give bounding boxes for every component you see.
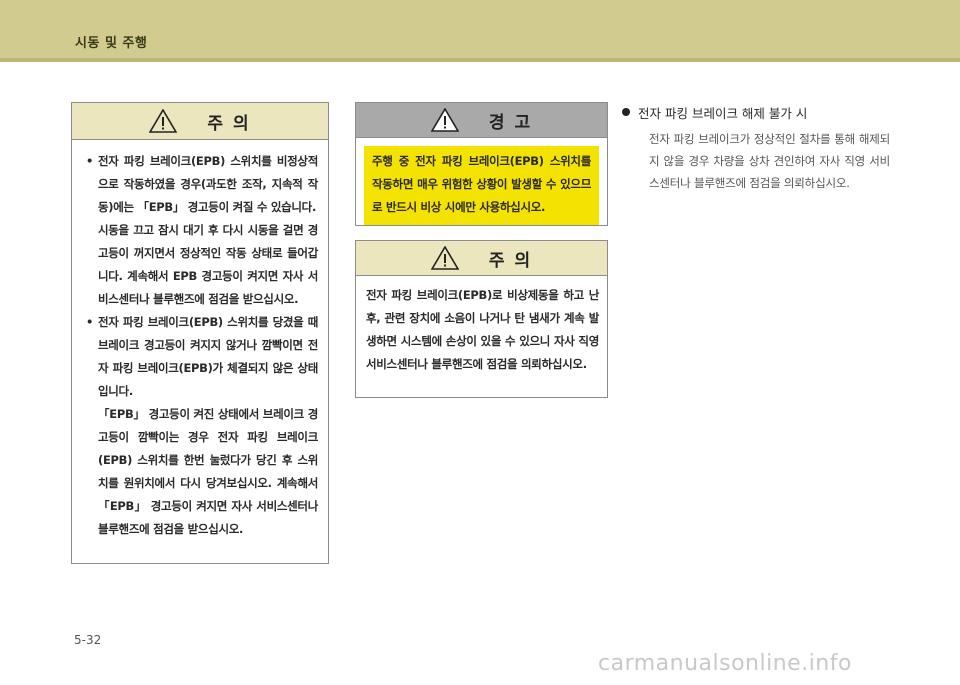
- warning-triangle-icon: [430, 108, 459, 132]
- section-body: 전자 파킹 브레이크가 정상적인 절차를 통해 해제되지 않을 경우 차량을 상…: [649, 132, 890, 190]
- item-paragraph: 전자 파킹 브레이크(EPB) 스위치를 당겼을 때 브레이크 경고등이 켜지지…: [98, 315, 318, 398]
- warning-text: 주행 중 전자 파킹 브레이크(EPB) 스위치를 작동하면 매우 위험한 상황…: [364, 146, 599, 225]
- right-section: 전자 파킹 브레이크 해제 불가 시 전자 파킹 브레이크가 정상적인 절차를 …: [622, 102, 890, 194]
- warning-title: 경 고: [488, 112, 533, 133]
- bullet-icon: [622, 108, 630, 116]
- caution-header: 주 의: [72, 103, 328, 140]
- caution-box-middle: 주 의 전자 파킹 브레이크(EPB)로 비상제동을 하고 난 후, 관련 장치…: [355, 240, 608, 398]
- caution-header: 주 의: [356, 241, 607, 276]
- warning-triangle-icon: [149, 109, 178, 133]
- caution-list: 전자 파킹 브레이크(EPB) 스위치를 비정상적으로 작동하였을 경우(과도한…: [72, 140, 328, 541]
- section-heading-text: 전자 파킹 브레이크 해제 불가 시: [638, 105, 808, 121]
- page-number: 5-32: [74, 633, 102, 647]
- watermark: carmanualsonline.info: [598, 651, 852, 676]
- item-paragraph: 시동을 끄고 잠시 대기 후 다시 시동을 걸면 경고등이 꺼지면서 정상적인 …: [98, 223, 318, 306]
- section-title: 시동 및 주행: [75, 36, 148, 51]
- caution-title: 주 의: [207, 113, 251, 134]
- caution-title: 주 의: [488, 250, 533, 271]
- warning-triangle-icon: [430, 246, 459, 270]
- item-paragraph: 전자 파킹 브레이크(EPB) 스위치를 비정상적으로 작동하였을 경우(과도한…: [98, 154, 318, 214]
- section-heading: 전자 파킹 브레이크 해제 불가 시: [622, 102, 890, 122]
- caution-text: 전자 파킹 브레이크(EPB)로 비상제동을 하고 난 후, 관련 장치에 소음…: [366, 288, 599, 371]
- warning-header: 경 고: [356, 103, 607, 138]
- list-item: 전자 파킹 브레이크(EPB) 스위치를 비정상적으로 작동하였을 경우(과도한…: [86, 150, 318, 311]
- warning-box: 경 고 주행 중 전자 파킹 브레이크(EPB) 스위치를 작동하면 매우 위험…: [355, 102, 608, 226]
- caution-box-left: 주 의 전자 파킹 브레이크(EPB) 스위치를 비정상적으로 작동하였을 경우…: [71, 102, 329, 564]
- list-item: 전자 파킹 브레이크(EPB) 스위치를 당겼을 때 브레이크 경고등이 켜지지…: [86, 311, 318, 541]
- item-paragraph: 「EPB」 경고등이 켜진 상태에서 브레이크 경고등이 깜빡이는 경우 전자 …: [98, 407, 318, 536]
- header-divider: [0, 58, 960, 62]
